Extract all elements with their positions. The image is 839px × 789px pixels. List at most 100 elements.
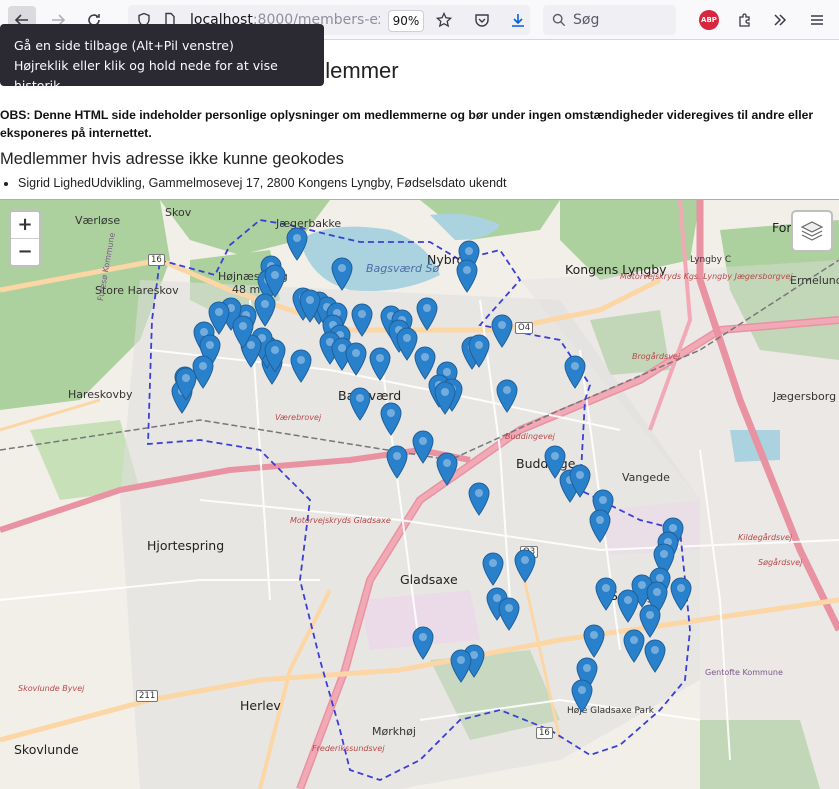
- overflow-menu-button[interactable]: [766, 6, 794, 34]
- label-vaerloese: Værløse: [75, 214, 121, 227]
- map-marker-icon: [496, 379, 518, 413]
- map-marker-icon: [412, 626, 434, 660]
- map-marker-icon: [331, 257, 353, 291]
- label-motorvejskryds-gladsaxe: Motorvejskryds Gladsaxe: [290, 516, 391, 525]
- search-box[interactable]: Søg: [543, 5, 676, 35]
- app-menu-button[interactable]: [803, 6, 831, 34]
- map-marker-icon: [380, 402, 402, 436]
- label-brogaardsvej: Brogårdsvej: [632, 352, 681, 361]
- zoom-out-button[interactable]: −: [11, 239, 39, 265]
- map-marker-icon: [436, 452, 458, 486]
- label-kildegaardsvej: Kildegårdsvej: [738, 533, 793, 542]
- map-marker[interactable]: [380, 402, 402, 436]
- map-marker-icon: [290, 349, 312, 383]
- map-marker[interactable]: [299, 289, 321, 323]
- map-marker-icon: [498, 597, 520, 631]
- adblock-icon[interactable]: ABP: [699, 10, 719, 30]
- tooltip-line-1: Gå en side tilbage (Alt+Pil venstre): [14, 38, 234, 53]
- member-map[interactable]: 16 O4 O3 211 16 Værløse Skov Jægerbakke …: [0, 199, 839, 789]
- map-marker-icon: [232, 315, 254, 349]
- road-shield-16: 16: [148, 254, 165, 266]
- search-placeholder: Søg: [573, 12, 600, 28]
- map-marker[interactable]: [623, 629, 645, 663]
- map-marker[interactable]: [496, 379, 518, 413]
- map-marker-icon: [468, 334, 490, 368]
- map-marker-icon: [482, 552, 504, 586]
- map-marker[interactable]: [498, 597, 520, 631]
- map-marker[interactable]: [589, 509, 611, 543]
- map-marker[interactable]: [571, 679, 593, 713]
- label-motorvejskryds-lyngby: Motorvejskryds Kgs. Lyngby Jægersborgvej: [620, 272, 793, 281]
- map-marker[interactable]: [468, 334, 490, 368]
- label-skovlunde: Skovlunde: [14, 742, 79, 757]
- bookmark-star-button[interactable]: [430, 6, 458, 34]
- map-marker-icon: [623, 629, 645, 663]
- map-marker[interactable]: [264, 339, 286, 373]
- map-marker[interactable]: [349, 387, 371, 421]
- zoom-level[interactable]: 90%: [388, 10, 424, 32]
- map-marker[interactable]: [254, 293, 276, 327]
- map-marker[interactable]: [456, 259, 478, 293]
- map-marker[interactable]: [232, 315, 254, 349]
- map-marker[interactable]: [345, 342, 367, 376]
- map-marker[interactable]: [670, 577, 692, 611]
- map-marker-icon: [369, 347, 391, 381]
- hamburger-icon: [811, 15, 823, 25]
- chevron-double-right-icon: [774, 14, 787, 26]
- label-ermelunden: Ermelunden: [790, 274, 839, 287]
- map-marker[interactable]: [369, 347, 391, 381]
- pocket-button[interactable]: [468, 6, 496, 34]
- zoom-in-button[interactable]: +: [11, 212, 39, 239]
- map-marker[interactable]: [412, 430, 434, 464]
- map-marker-icon: [583, 624, 605, 658]
- label-hareskovby: Hareskovby: [68, 388, 133, 401]
- map-marker[interactable]: [595, 577, 617, 611]
- map-marker[interactable]: [491, 314, 513, 348]
- map-marker-icon: [644, 639, 666, 673]
- map-marker-icon: [514, 549, 536, 583]
- map-marker[interactable]: [583, 624, 605, 658]
- label-soegaardsvej: Søgårdsvej: [758, 558, 803, 567]
- map-marker[interactable]: [412, 626, 434, 660]
- label-herlev: Herlev: [240, 698, 281, 713]
- road-shield-16-south: 16: [536, 727, 553, 739]
- map-marker[interactable]: [290, 349, 312, 383]
- extensions-button[interactable]: [731, 6, 759, 34]
- map-marker[interactable]: [434, 381, 456, 415]
- layers-icon: [800, 221, 824, 241]
- label-skov: Skov: [165, 206, 192, 219]
- map-marker[interactable]: [351, 303, 373, 337]
- label-buddingevej: Buddingevej: [505, 432, 555, 441]
- map-marker[interactable]: [514, 549, 536, 583]
- map-marker[interactable]: [468, 482, 490, 516]
- pocket-icon: [475, 14, 489, 27]
- map-marker-icon: [564, 355, 586, 389]
- map-marker-icon: [345, 342, 367, 376]
- map-marker[interactable]: [386, 445, 408, 479]
- map-marker-icon: [286, 227, 308, 261]
- layers-button[interactable]: [791, 210, 833, 252]
- map-marker[interactable]: [564, 355, 586, 389]
- map-marker[interactable]: [286, 227, 308, 261]
- downloads-button[interactable]: [504, 6, 532, 34]
- map-marker-icon: [299, 289, 321, 323]
- map-marker[interactable]: [482, 552, 504, 586]
- map-marker-icon: [670, 577, 692, 611]
- map-marker-icon: [351, 303, 373, 337]
- map-marker[interactable]: [617, 589, 639, 623]
- map-marker[interactable]: [450, 649, 472, 683]
- label-gladsaxe: Gladsaxe: [400, 572, 458, 587]
- label-vaerebrovej: Værebrovej: [275, 413, 322, 422]
- road-shield-211: 211: [136, 690, 159, 702]
- map-marker[interactable]: [175, 367, 197, 401]
- map-marker-icon: [412, 430, 434, 464]
- map-marker-icon: [595, 577, 617, 611]
- map-marker[interactable]: [569, 464, 591, 498]
- map-marker[interactable]: [331, 257, 353, 291]
- map-marker[interactable]: [436, 452, 458, 486]
- map-marker[interactable]: [644, 639, 666, 673]
- label-moerkhoej: Mørkhøj: [372, 725, 416, 738]
- map-marker-icon: [386, 445, 408, 479]
- map-marker[interactable]: [416, 297, 438, 331]
- puzzle-icon: [739, 13, 750, 27]
